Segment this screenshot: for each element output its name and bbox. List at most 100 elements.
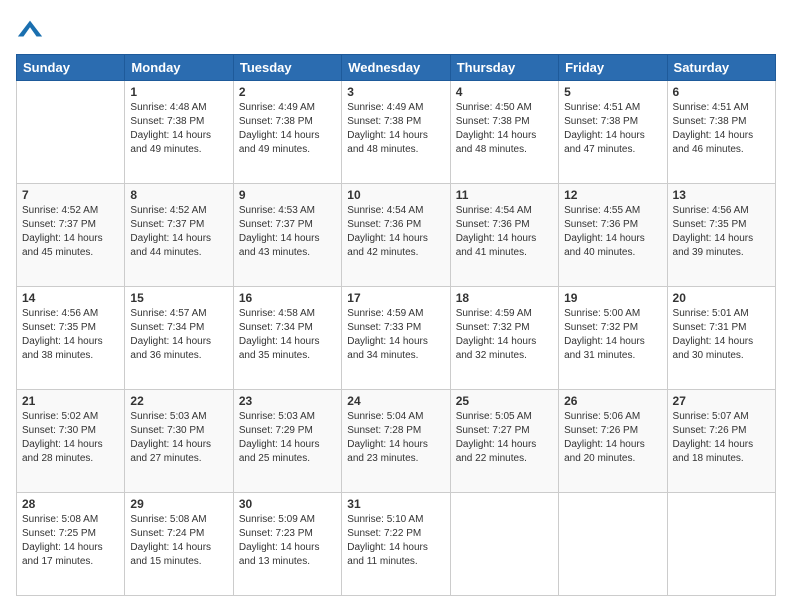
week-row-3: 14 Sunrise: 4:56 AM Sunset: 7:35 PM Dayl…	[17, 287, 776, 390]
day-info: Sunrise: 4:52 AM Sunset: 7:37 PM Dayligh…	[130, 204, 227, 260]
calendar-cell: 17 Sunrise: 4:59 AM Sunset: 7:33 PM Dayl…	[342, 287, 450, 390]
day-number: 21	[22, 394, 119, 408]
weekday-header-wednesday: Wednesday	[342, 55, 450, 81]
page: SundayMondayTuesdayWednesdayThursdayFrid…	[0, 0, 792, 612]
calendar-cell: 11 Sunrise: 4:54 AM Sunset: 7:36 PM Dayl…	[450, 184, 558, 287]
weekday-header-row: SundayMondayTuesdayWednesdayThursdayFrid…	[17, 55, 776, 81]
day-info: Sunrise: 4:49 AM Sunset: 7:38 PM Dayligh…	[239, 101, 336, 157]
calendar-cell: 16 Sunrise: 4:58 AM Sunset: 7:34 PM Dayl…	[233, 287, 341, 390]
day-info: Sunrise: 4:51 AM Sunset: 7:38 PM Dayligh…	[564, 101, 661, 157]
weekday-header-tuesday: Tuesday	[233, 55, 341, 81]
day-info: Sunrise: 4:56 AM Sunset: 7:35 PM Dayligh…	[673, 204, 770, 260]
day-number: 24	[347, 394, 444, 408]
day-info: Sunrise: 5:06 AM Sunset: 7:26 PM Dayligh…	[564, 410, 661, 466]
day-info: Sunrise: 4:59 AM Sunset: 7:32 PM Dayligh…	[456, 307, 553, 363]
day-info: Sunrise: 5:07 AM Sunset: 7:26 PM Dayligh…	[673, 410, 770, 466]
calendar-cell: 3 Sunrise: 4:49 AM Sunset: 7:38 PM Dayli…	[342, 81, 450, 184]
day-number: 1	[130, 85, 227, 99]
day-info: Sunrise: 4:50 AM Sunset: 7:38 PM Dayligh…	[456, 101, 553, 157]
day-number: 11	[456, 188, 553, 202]
day-number: 29	[130, 497, 227, 511]
day-number: 5	[564, 85, 661, 99]
day-number: 20	[673, 291, 770, 305]
calendar-cell: 26 Sunrise: 5:06 AM Sunset: 7:26 PM Dayl…	[559, 390, 667, 493]
day-info: Sunrise: 5:03 AM Sunset: 7:30 PM Dayligh…	[130, 410, 227, 466]
calendar-cell: 15 Sunrise: 4:57 AM Sunset: 7:34 PM Dayl…	[125, 287, 233, 390]
weekday-header-friday: Friday	[559, 55, 667, 81]
calendar-cell: 29 Sunrise: 5:08 AM Sunset: 7:24 PM Dayl…	[125, 493, 233, 596]
day-info: Sunrise: 4:59 AM Sunset: 7:33 PM Dayligh…	[347, 307, 444, 363]
day-info: Sunrise: 5:08 AM Sunset: 7:25 PM Dayligh…	[22, 513, 119, 569]
calendar-cell: 6 Sunrise: 4:51 AM Sunset: 7:38 PM Dayli…	[667, 81, 775, 184]
calendar-table: SundayMondayTuesdayWednesdayThursdayFrid…	[16, 54, 776, 596]
calendar-cell	[450, 493, 558, 596]
calendar-cell: 13 Sunrise: 4:56 AM Sunset: 7:35 PM Dayl…	[667, 184, 775, 287]
day-info: Sunrise: 4:58 AM Sunset: 7:34 PM Dayligh…	[239, 307, 336, 363]
week-row-4: 21 Sunrise: 5:02 AM Sunset: 7:30 PM Dayl…	[17, 390, 776, 493]
calendar-cell: 9 Sunrise: 4:53 AM Sunset: 7:37 PM Dayli…	[233, 184, 341, 287]
day-number: 31	[347, 497, 444, 511]
day-info: Sunrise: 4:54 AM Sunset: 7:36 PM Dayligh…	[456, 204, 553, 260]
calendar-cell: 18 Sunrise: 4:59 AM Sunset: 7:32 PM Dayl…	[450, 287, 558, 390]
day-info: Sunrise: 4:49 AM Sunset: 7:38 PM Dayligh…	[347, 101, 444, 157]
day-number: 7	[22, 188, 119, 202]
weekday-header-thursday: Thursday	[450, 55, 558, 81]
calendar-cell: 21 Sunrise: 5:02 AM Sunset: 7:30 PM Dayl…	[17, 390, 125, 493]
day-number: 4	[456, 85, 553, 99]
day-info: Sunrise: 5:10 AM Sunset: 7:22 PM Dayligh…	[347, 513, 444, 569]
day-number: 30	[239, 497, 336, 511]
day-info: Sunrise: 5:05 AM Sunset: 7:27 PM Dayligh…	[456, 410, 553, 466]
day-number: 2	[239, 85, 336, 99]
day-info: Sunrise: 5:00 AM Sunset: 7:32 PM Dayligh…	[564, 307, 661, 363]
week-row-1: 1 Sunrise: 4:48 AM Sunset: 7:38 PM Dayli…	[17, 81, 776, 184]
day-number: 6	[673, 85, 770, 99]
day-info: Sunrise: 5:01 AM Sunset: 7:31 PM Dayligh…	[673, 307, 770, 363]
day-number: 18	[456, 291, 553, 305]
day-info: Sunrise: 4:57 AM Sunset: 7:34 PM Dayligh…	[130, 307, 227, 363]
day-number: 8	[130, 188, 227, 202]
calendar-cell: 12 Sunrise: 4:55 AM Sunset: 7:36 PM Dayl…	[559, 184, 667, 287]
calendar-cell: 20 Sunrise: 5:01 AM Sunset: 7:31 PM Dayl…	[667, 287, 775, 390]
day-info: Sunrise: 4:55 AM Sunset: 7:36 PM Dayligh…	[564, 204, 661, 260]
calendar-cell: 31 Sunrise: 5:10 AM Sunset: 7:22 PM Dayl…	[342, 493, 450, 596]
calendar-cell: 14 Sunrise: 4:56 AM Sunset: 7:35 PM Dayl…	[17, 287, 125, 390]
day-number: 16	[239, 291, 336, 305]
calendar-cell: 4 Sunrise: 4:50 AM Sunset: 7:38 PM Dayli…	[450, 81, 558, 184]
day-number: 28	[22, 497, 119, 511]
day-number: 14	[22, 291, 119, 305]
day-info: Sunrise: 5:04 AM Sunset: 7:28 PM Dayligh…	[347, 410, 444, 466]
day-info: Sunrise: 5:02 AM Sunset: 7:30 PM Dayligh…	[22, 410, 119, 466]
day-info: Sunrise: 4:56 AM Sunset: 7:35 PM Dayligh…	[22, 307, 119, 363]
day-number: 25	[456, 394, 553, 408]
day-info: Sunrise: 5:09 AM Sunset: 7:23 PM Dayligh…	[239, 513, 336, 569]
day-number: 12	[564, 188, 661, 202]
calendar-cell	[17, 81, 125, 184]
calendar-cell	[667, 493, 775, 596]
calendar-cell: 27 Sunrise: 5:07 AM Sunset: 7:26 PM Dayl…	[667, 390, 775, 493]
header	[16, 16, 776, 44]
calendar-cell: 19 Sunrise: 5:00 AM Sunset: 7:32 PM Dayl…	[559, 287, 667, 390]
calendar-cell	[559, 493, 667, 596]
weekday-header-sunday: Sunday	[17, 55, 125, 81]
calendar-cell: 7 Sunrise: 4:52 AM Sunset: 7:37 PM Dayli…	[17, 184, 125, 287]
day-info: Sunrise: 4:52 AM Sunset: 7:37 PM Dayligh…	[22, 204, 119, 260]
calendar-cell: 5 Sunrise: 4:51 AM Sunset: 7:38 PM Dayli…	[559, 81, 667, 184]
day-number: 19	[564, 291, 661, 305]
day-info: Sunrise: 4:51 AM Sunset: 7:38 PM Dayligh…	[673, 101, 770, 157]
day-number: 23	[239, 394, 336, 408]
day-number: 15	[130, 291, 227, 305]
day-info: Sunrise: 5:08 AM Sunset: 7:24 PM Dayligh…	[130, 513, 227, 569]
day-number: 17	[347, 291, 444, 305]
calendar-cell: 30 Sunrise: 5:09 AM Sunset: 7:23 PM Dayl…	[233, 493, 341, 596]
weekday-header-monday: Monday	[125, 55, 233, 81]
calendar-cell: 10 Sunrise: 4:54 AM Sunset: 7:36 PM Dayl…	[342, 184, 450, 287]
logo	[16, 16, 48, 44]
calendar-cell: 8 Sunrise: 4:52 AM Sunset: 7:37 PM Dayli…	[125, 184, 233, 287]
calendar-cell: 1 Sunrise: 4:48 AM Sunset: 7:38 PM Dayli…	[125, 81, 233, 184]
day-number: 22	[130, 394, 227, 408]
day-number: 26	[564, 394, 661, 408]
day-info: Sunrise: 5:03 AM Sunset: 7:29 PM Dayligh…	[239, 410, 336, 466]
day-info: Sunrise: 4:54 AM Sunset: 7:36 PM Dayligh…	[347, 204, 444, 260]
day-info: Sunrise: 4:48 AM Sunset: 7:38 PM Dayligh…	[130, 101, 227, 157]
calendar-cell: 2 Sunrise: 4:49 AM Sunset: 7:38 PM Dayli…	[233, 81, 341, 184]
